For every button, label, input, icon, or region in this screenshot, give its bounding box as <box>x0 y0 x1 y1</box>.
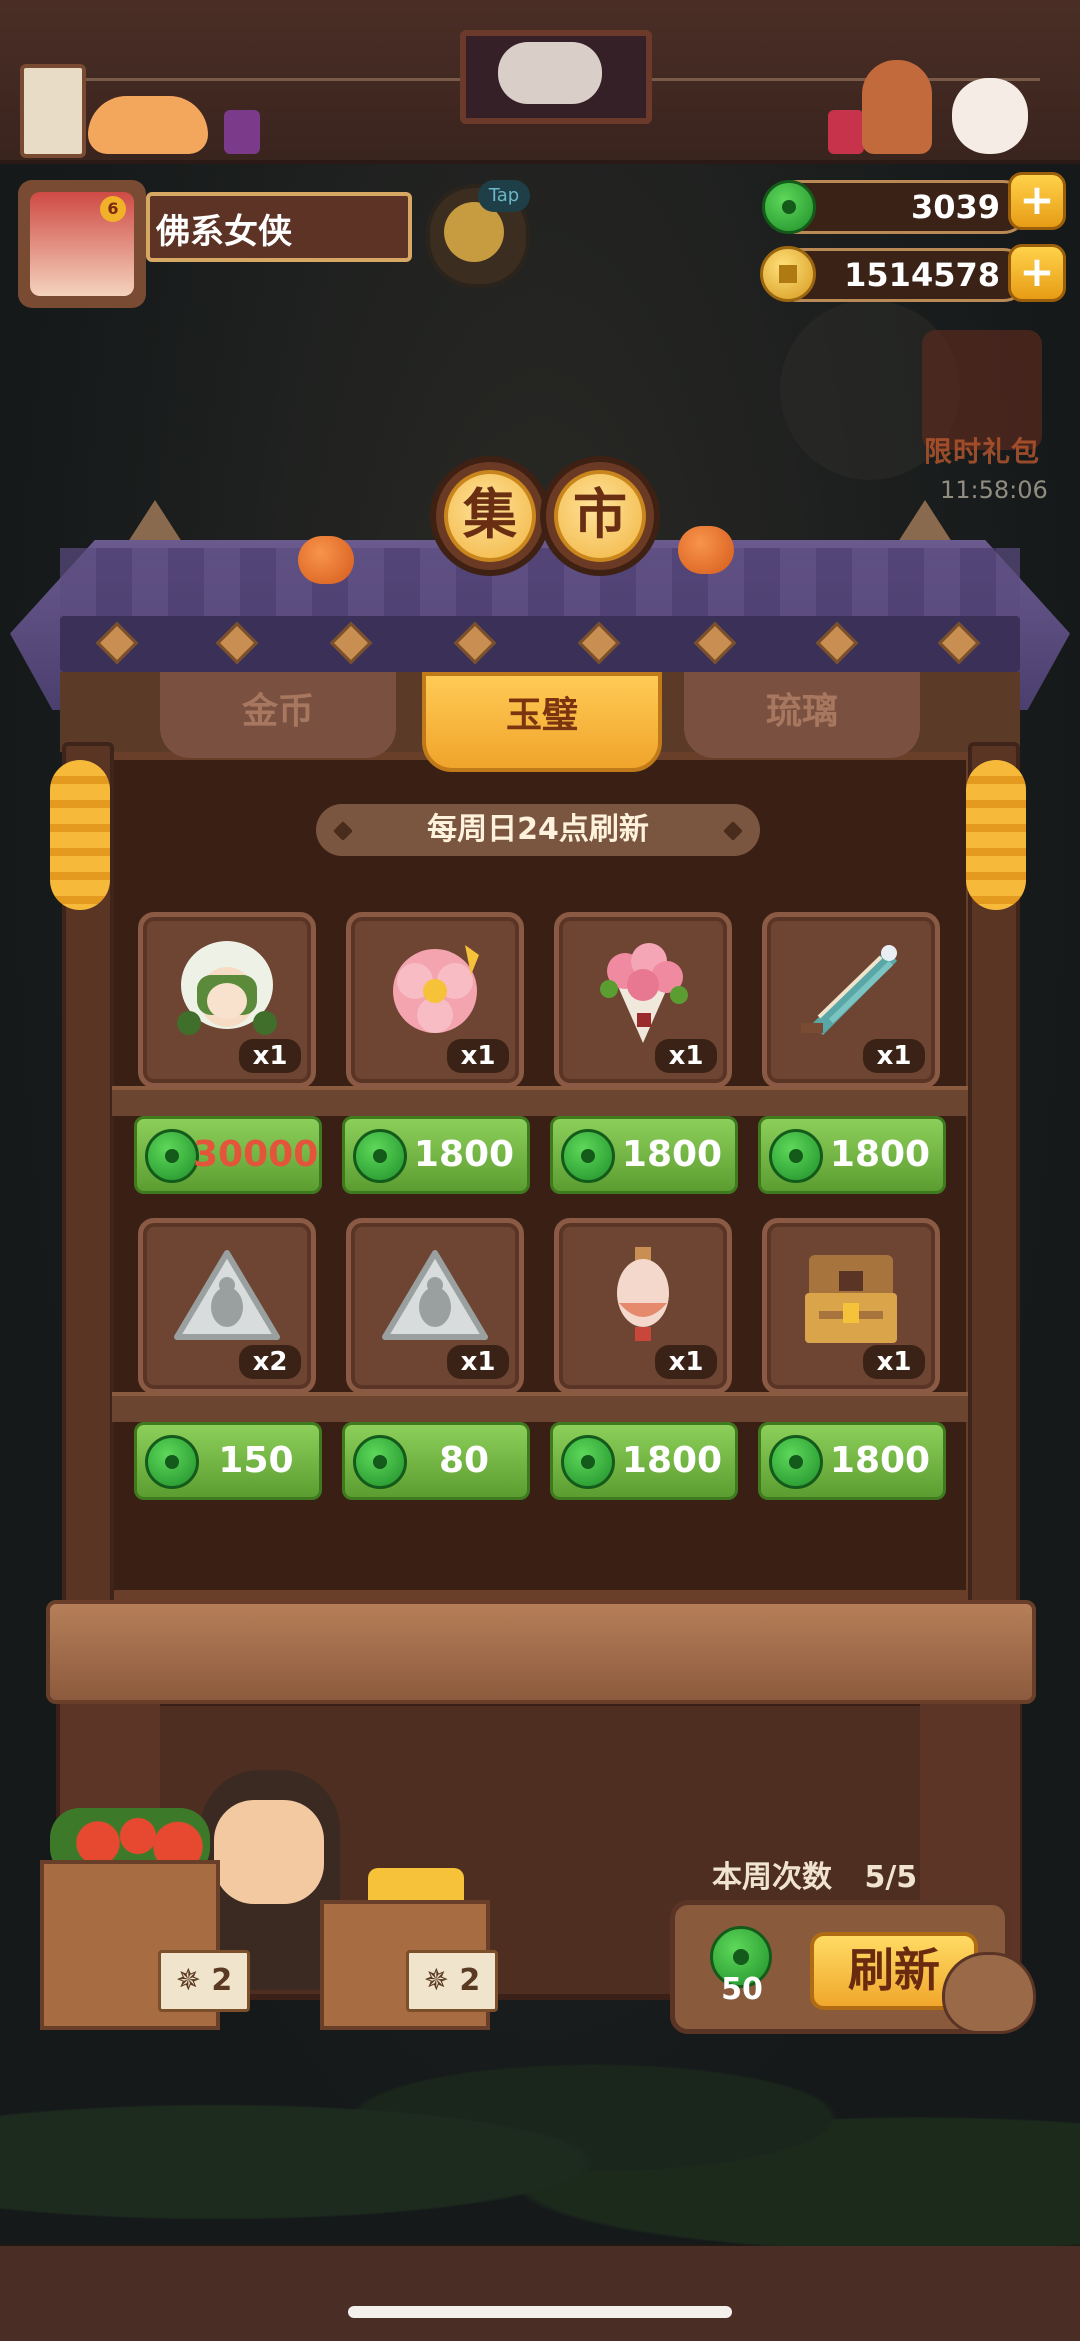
item-slot[interactable]: x1 <box>554 1218 732 1394</box>
item-price: 1800 <box>621 1440 723 1481</box>
jade-icon <box>769 1129 823 1183</box>
refresh-note: 每周日24点刷新 <box>316 804 760 856</box>
item-price: 80 <box>438 1440 490 1481</box>
tab-gold[interactable]: 金币 <box>160 672 396 758</box>
lantern-icon <box>224 110 260 154</box>
item-price: 1800 <box>829 1440 931 1481</box>
stall-price-tag: ✵ 2 <box>158 1950 250 2012</box>
buy-button[interactable]: 1800 <box>342 1116 530 1194</box>
tab-glass[interactable]: 琉璃 <box>684 672 920 758</box>
jade-icon <box>145 1435 199 1489</box>
item-quantity: x1 <box>447 1345 509 1379</box>
foliage <box>0 2030 1080 2250</box>
item-price: 150 <box>218 1440 294 1481</box>
stall-counter-top <box>46 1600 1036 1704</box>
item-price: 1800 <box>621 1134 723 1175</box>
tab-jade[interactable]: 玉璧 <box>422 672 662 772</box>
item-slot[interactable]: x1 <box>554 912 732 1088</box>
item-price: 30000 <box>193 1134 319 1175</box>
home-indicator[interactable] <box>348 2306 732 2318</box>
title-char: 集 <box>444 470 536 562</box>
bouquet-icon <box>600 943 688 1043</box>
lantern-icon <box>617 1247 669 1341</box>
bean-mascot-icon <box>942 1952 1036 2034</box>
sleeping-cat-icon <box>88 96 208 154</box>
coin-balance: 1514578 <box>844 256 1000 294</box>
jade-icon <box>769 1435 823 1489</box>
item-slot[interactable]: x1 <box>346 1218 524 1394</box>
item-quantity: x1 <box>863 1039 925 1073</box>
item-quantity: x1 <box>863 1345 925 1379</box>
item-slot[interactable]: x1 <box>346 912 524 1088</box>
buy-button[interactable]: 80 <box>342 1422 530 1500</box>
item-price: 1800 <box>829 1134 931 1175</box>
buy-button[interactable]: 1800 <box>758 1422 946 1500</box>
item-quantity: x1 <box>655 1039 717 1073</box>
promo-timer: 11:58:06 <box>940 476 1048 504</box>
flower-icon <box>393 945 479 1033</box>
umbrella-icon <box>801 945 897 1035</box>
buy-button[interactable]: 30000 <box>134 1116 322 1194</box>
persimmon-icon <box>298 536 354 584</box>
paw-sign-icon <box>20 64 86 158</box>
lantern-icon <box>828 110 864 154</box>
tap-hint: Tap <box>478 180 530 212</box>
title-char: 市 <box>554 470 646 562</box>
jade-icon <box>561 1129 615 1183</box>
bottom-band <box>0 2246 1080 2341</box>
title-coin: 市 <box>540 456 660 576</box>
stall-price-tag: ✵ 2 <box>406 1950 498 2012</box>
corn-icon <box>50 760 110 910</box>
cat-portrait-icon <box>498 42 602 104</box>
vendor-face-icon <box>214 1800 324 1904</box>
coin-icon <box>760 246 816 302</box>
player-name: 佛系女侠 <box>156 212 292 252</box>
jade-icon <box>145 1129 199 1183</box>
jade-icon <box>353 1129 407 1183</box>
item-slot[interactable]: x1 <box>138 912 316 1088</box>
white-cat-icon <box>952 78 1028 154</box>
item-slot[interactable]: x1 <box>762 1218 940 1394</box>
jade-icon <box>762 180 816 234</box>
bug-token-icon <box>382 1250 488 1340</box>
shelf <box>112 1392 968 1422</box>
buy-button[interactable]: 150 <box>134 1422 322 1500</box>
shelf <box>112 1086 968 1116</box>
item-quantity: x1 <box>447 1039 509 1073</box>
weekly-count: 5/5 <box>864 1860 918 1895</box>
buy-button[interactable]: 1800 <box>758 1116 946 1194</box>
item-slot[interactable]: x1 <box>762 912 940 1088</box>
level-badge: 6 <box>100 196 126 222</box>
item-price: 1800 <box>413 1134 515 1175</box>
weekly-count-label: 本周次数 5/5 <box>712 1852 917 1896</box>
corn-icon <box>966 760 1026 910</box>
promo-label[interactable]: 限时礼包 <box>924 430 1054 470</box>
refresh-cost: 50 <box>721 1972 763 2007</box>
item-quantity: x1 <box>655 1345 717 1379</box>
item-quantity: x1 <box>239 1039 301 1073</box>
persimmon-icon <box>678 526 734 574</box>
title-coin: 集 <box>430 456 550 576</box>
treasure-chest-icon <box>805 1255 897 1343</box>
jade-icon <box>353 1435 407 1489</box>
buy-button[interactable]: 1800 <box>550 1116 738 1194</box>
doll-icon <box>177 941 277 1035</box>
weekly-label-text: 本周次数 <box>712 1860 832 1895</box>
item-quantity: x2 <box>239 1345 301 1379</box>
buy-button[interactable]: 1800 <box>550 1422 738 1500</box>
add-jade-button[interactable]: + <box>1008 172 1066 230</box>
bug-token-icon <box>174 1250 280 1340</box>
add-coins-button[interactable]: + <box>1008 244 1066 302</box>
roof-beam <box>60 616 1020 672</box>
jade-balance: 3039 <box>910 188 1000 226</box>
jade-icon <box>561 1435 615 1489</box>
villager-icon <box>862 60 932 154</box>
item-slot[interactable]: x2 <box>138 1218 316 1394</box>
